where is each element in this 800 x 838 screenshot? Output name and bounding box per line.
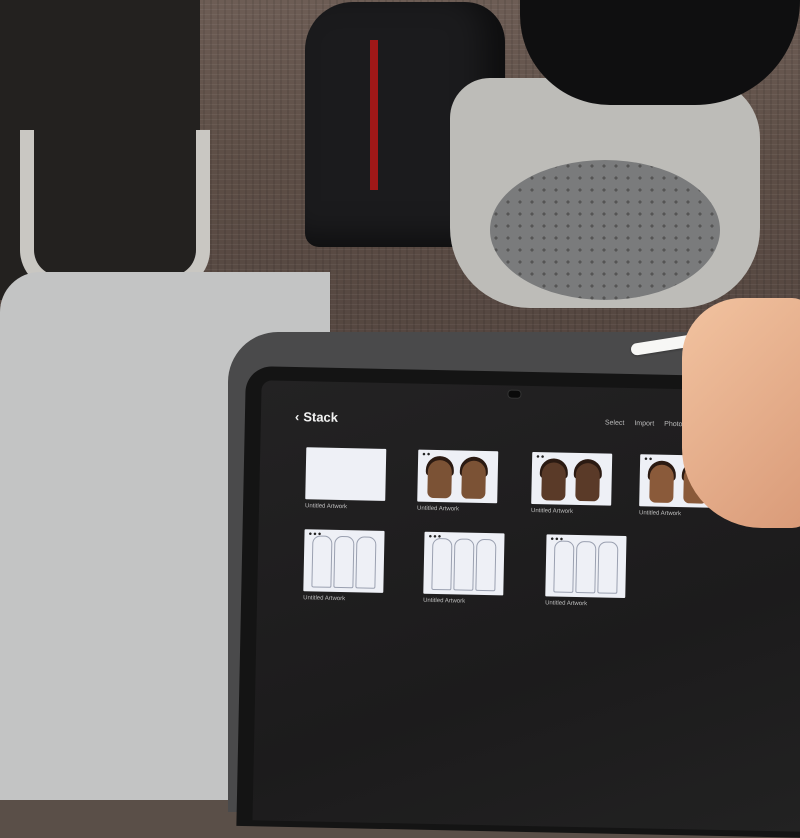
artwork-thumbnail: ●●● bbox=[303, 529, 385, 593]
page-title: Stack bbox=[303, 409, 339, 425]
select-button[interactable]: Select bbox=[605, 420, 625, 427]
artwork-tile[interactable]: Untitled Artwork bbox=[305, 447, 387, 511]
chevron-left-icon: ‹ bbox=[294, 409, 300, 425]
backpack-red-strip bbox=[370, 40, 378, 190]
portrait-figure bbox=[461, 460, 487, 500]
artwork-title: Untitled Artwork bbox=[530, 508, 574, 515]
figure-sketch bbox=[575, 540, 597, 594]
artwork-title: Untitled Artwork bbox=[545, 600, 588, 608]
figure-sketch bbox=[311, 535, 333, 588]
color-swatch-dots: ●● bbox=[422, 451, 432, 458]
figure-sketch bbox=[597, 541, 619, 594]
artwork-tile[interactable]: ●● Untitled Artwork bbox=[530, 452, 613, 516]
photo-button[interactable]: Photo bbox=[664, 421, 682, 428]
artwork-thumbnail: ●● bbox=[531, 452, 613, 506]
figure-sketch bbox=[431, 537, 453, 591]
figure-sketch bbox=[553, 540, 575, 593]
color-swatch-dots: ●● bbox=[536, 454, 546, 461]
artwork-tile[interactable]: ●● Untitled Artwork bbox=[416, 449, 499, 514]
artwork-tile[interactable]: ●●● Untitled Artwork bbox=[303, 529, 385, 603]
header-actions: Select Import Photo bbox=[605, 420, 683, 429]
artwork-title: Untitled Artwork bbox=[303, 595, 346, 603]
portrait-figure bbox=[575, 462, 601, 502]
artwork-title: Untitled Artwork bbox=[423, 597, 466, 605]
artwork-thumbnail: ●● bbox=[417, 449, 499, 504]
front-camera bbox=[507, 389, 522, 399]
figure-sketch bbox=[355, 536, 377, 589]
portrait-figure bbox=[541, 462, 567, 501]
artwork-thumbnail: ●●● bbox=[423, 531, 505, 596]
left-chair-base bbox=[20, 130, 210, 290]
import-button[interactable]: Import bbox=[634, 420, 654, 427]
artwork-title: Untitled Artwork bbox=[638, 510, 682, 518]
artwork-title: Untitled Artwork bbox=[416, 505, 460, 513]
figure-sketch bbox=[475, 538, 497, 592]
figure-sketch bbox=[333, 535, 355, 589]
figure-sketch bbox=[453, 538, 475, 591]
color-swatch-dots: ●● bbox=[644, 456, 654, 463]
artwork-tile[interactable]: ●●● Untitled Artwork bbox=[423, 531, 505, 606]
artwork-thumbnail: ●●● bbox=[545, 534, 627, 598]
artwork-tile[interactable]: ●●● Untitled Artwork bbox=[545, 534, 627, 608]
portrait-figure bbox=[427, 459, 453, 499]
portrait-figure bbox=[649, 464, 675, 503]
back-button[interactable]: ‹ Stack bbox=[295, 409, 338, 425]
artwork-thumbnail bbox=[305, 447, 387, 501]
right-chair-perforated-shell bbox=[490, 160, 720, 300]
artwork-title: Untitled Artwork bbox=[305, 503, 348, 511]
user-hand bbox=[682, 298, 800, 528]
